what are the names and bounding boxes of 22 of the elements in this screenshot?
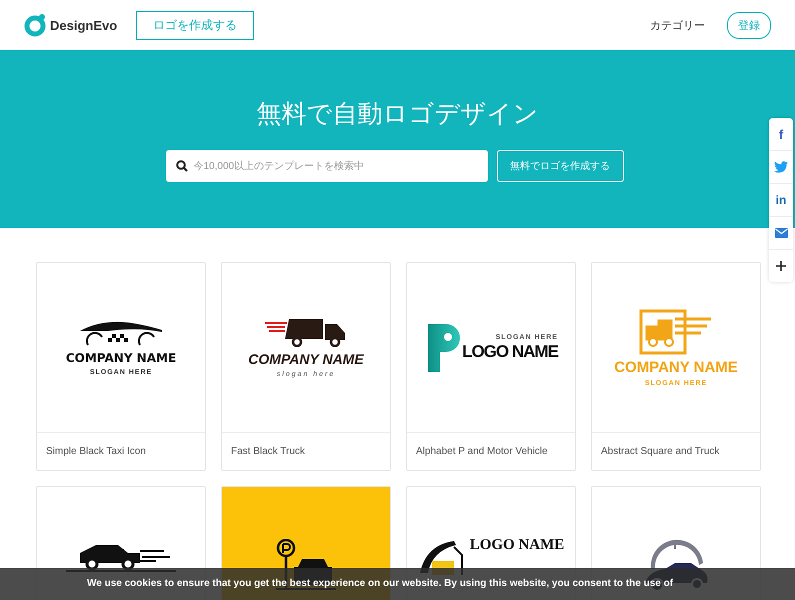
truck-icon	[639, 308, 713, 354]
logo-name: COMPANY NAME	[66, 351, 176, 365]
brand-name[interactable]: DesignEvo	[50, 18, 118, 32]
template-title: Alphabet P and Motor Vehicle	[407, 432, 575, 470]
envelope-icon[interactable]	[774, 228, 788, 238]
category-link[interactable]: カテゴリー	[650, 18, 705, 32]
logo-name: LOGO NAME	[470, 537, 564, 554]
bird-icon[interactable]	[774, 161, 788, 173]
truck-icon	[265, 317, 347, 347]
search-field[interactable]: 今10,000以上のテンプレートを検索中	[166, 150, 488, 182]
template-title: Abstract Square and Truck	[592, 432, 760, 470]
logo-icon	[24, 13, 46, 37]
plus-icon[interactable]	[776, 261, 786, 271]
linkedin-icon[interactable]: in	[776, 193, 786, 207]
logo-name: COMPANY NAME	[248, 351, 364, 367]
facebook-icon[interactable]: f	[778, 126, 784, 142]
template-title: Fast Black Truck	[222, 432, 390, 470]
logo-name: LOGO NAME	[462, 342, 558, 362]
logo-name: COMPANY NAME	[614, 358, 738, 376]
cookie-notice: We use cookies to ensure that you get the best experience on our website. By using this website, you consent to the use of	[87, 578, 674, 589]
hero-title: 無料で自動ロゴデザイン	[256, 99, 538, 130]
template-title: Simple Black Taxi Icon	[37, 432, 205, 470]
